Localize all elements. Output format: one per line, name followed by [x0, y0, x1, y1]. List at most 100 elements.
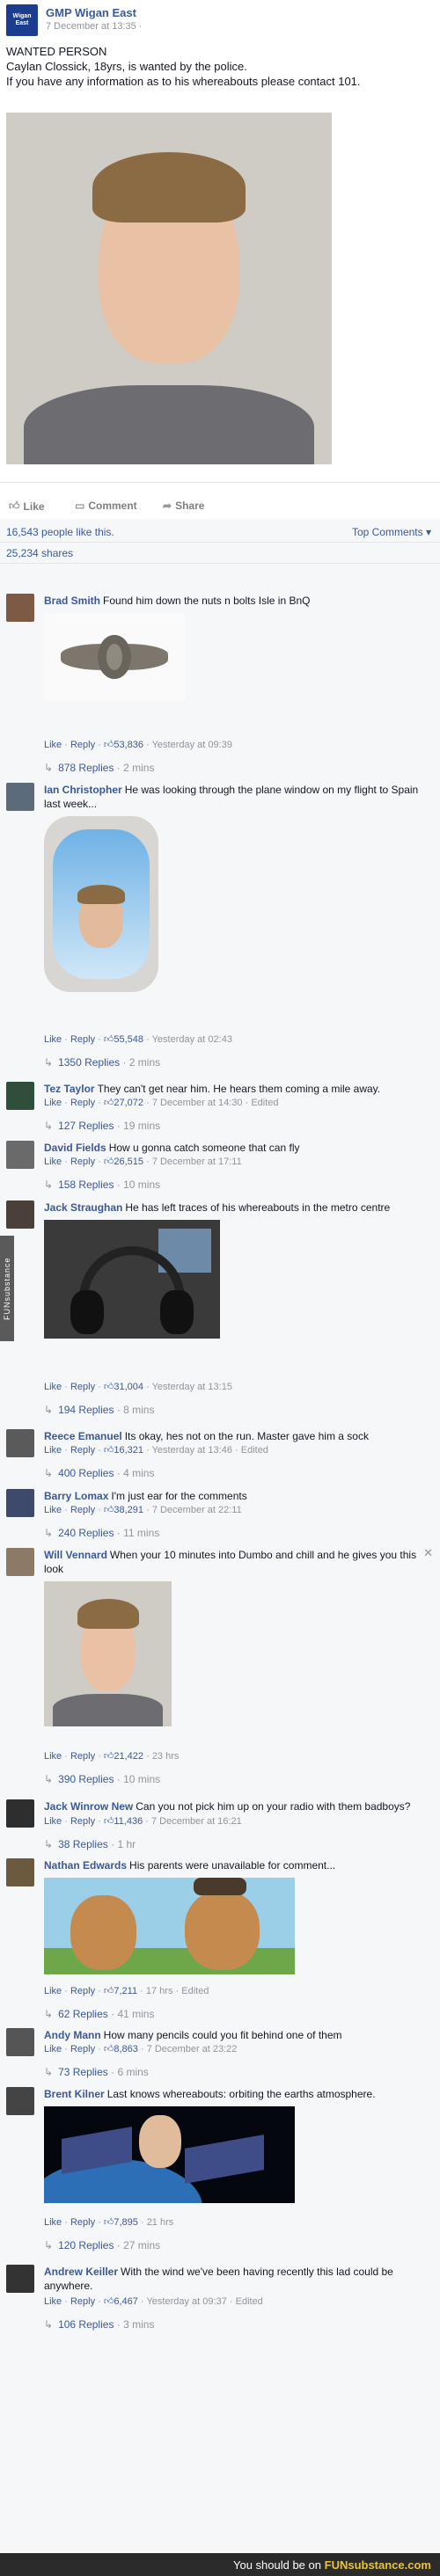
page-avatar[interactable]: Wigan East — [6, 4, 38, 36]
commenter-name[interactable]: Jack Winrow New — [44, 1800, 133, 1813]
post-photo[interactable] — [6, 113, 332, 464]
comment-like-link[interactable]: Like — [44, 1445, 62, 1456]
commenter-avatar[interactable] — [6, 1429, 34, 1457]
replies-link[interactable]: ↳ 240 Replies · 11 mins — [44, 1527, 159, 1539]
comment-like-count[interactable]: 55,548 — [114, 1034, 143, 1045]
comment-reply-link[interactable]: Reply — [70, 1505, 95, 1515]
comment-reply-link[interactable]: Reply — [70, 1445, 95, 1456]
commenter-avatar[interactable] — [6, 1489, 34, 1517]
replies-link[interactable]: ↳ 878 Replies · 2 mins — [44, 762, 154, 774]
comment-like-link[interactable]: Like — [44, 1382, 62, 1392]
replies-link[interactable]: ↳ 1350 Replies · 2 mins — [44, 1056, 160, 1069]
comment-reply-link[interactable]: Reply — [70, 2296, 95, 2307]
comment-time[interactable]: 23 hrs — [152, 1751, 180, 1762]
commenter-avatar[interactable] — [6, 1858, 34, 1886]
comment-image[interactable] — [44, 1878, 295, 1974]
comment-like-link[interactable]: Like — [44, 740, 62, 750]
comment-time[interactable]: Yesterday at 13:46 — [152, 1445, 232, 1456]
comment-time[interactable]: 7 December at 22:11 — [152, 1505, 242, 1515]
replies-link[interactable]: ↳ 38 Replies · 1 hr — [44, 1838, 136, 1850]
commenter-name[interactable]: Andrew Keiller — [44, 2266, 118, 2278]
comment-like-count[interactable]: 21,422 — [114, 1751, 143, 1762]
comment-reply-link[interactable]: Reply — [70, 2217, 95, 2228]
commenter-name[interactable]: David Fields — [44, 1142, 106, 1154]
replies-link[interactable]: ↳ 194 Replies · 8 mins — [44, 1404, 154, 1416]
comment-like-count[interactable]: 38,291 — [114, 1505, 143, 1515]
commenter-avatar[interactable] — [6, 1200, 34, 1229]
comment-like-count[interactable]: 26,515 — [114, 1157, 143, 1167]
post-time[interactable]: 7 December at 13:35 · — [46, 21, 142, 32]
commenter-avatar[interactable] — [6, 1799, 34, 1828]
comment-image[interactable] — [44, 1220, 220, 1339]
replies-link[interactable]: ↳ 390 Replies · 10 mins — [44, 1773, 160, 1785]
comment-like-link[interactable]: Like — [44, 1505, 62, 1515]
commenter-avatar[interactable] — [6, 1141, 34, 1169]
comment-time[interactable]: Yesterday at 09:39 — [152, 740, 232, 750]
commenter-avatar[interactable] — [6, 594, 34, 622]
top-comments-dropdown[interactable]: Top Comments ▾ — [352, 526, 431, 538]
comment-time[interactable]: 7 December at 16:21 — [151, 1816, 242, 1827]
comment-button[interactable]: ▭ Comment — [75, 500, 137, 512]
comment-like-count[interactable]: 7,211 — [114, 1986, 137, 1996]
comment-time[interactable]: Yesterday at 02:43 — [152, 1034, 232, 1045]
comment-like-link[interactable]: Like — [44, 2296, 62, 2307]
comment-time[interactable]: 17 hrs — [146, 1986, 173, 1996]
comment-like-count[interactable]: 27,072 — [114, 1098, 143, 1108]
replies-link[interactable]: ↳ 73 Replies · 6 mins — [44, 2066, 149, 2078]
like-button[interactable]: 👍︎ Like — [9, 500, 45, 513]
comment-like-link[interactable]: Like — [44, 2044, 62, 2054]
comment-like-link[interactable]: Like — [44, 1986, 62, 1996]
comment-time[interactable]: 21 hrs — [147, 2217, 174, 2228]
comment-like-count[interactable]: 53,836 — [114, 740, 143, 750]
commenter-name[interactable]: Jack Straughan — [44, 1201, 122, 1214]
commenter-name[interactable]: Will Vennard — [44, 1549, 107, 1561]
comment-time[interactable]: 7 December at 14:30 — [152, 1098, 243, 1108]
commenter-avatar[interactable] — [6, 2028, 34, 2056]
replies-link[interactable]: ↳ 158 Replies · 10 mins — [44, 1179, 160, 1191]
commenter-avatar[interactable] — [6, 2087, 34, 2115]
comment-reply-link[interactable]: Reply — [70, 1816, 95, 1827]
commenter-name[interactable]: Barry Lomax — [44, 1490, 108, 1502]
comment-like-link[interactable]: Like — [44, 1816, 62, 1827]
comment-like-count[interactable]: 11,436 — [114, 1816, 143, 1827]
comment-reply-link[interactable]: Reply — [70, 1986, 95, 1996]
comment-time[interactable]: Yesterday at 13:15 — [152, 1382, 232, 1392]
commenter-name[interactable]: Nathan Edwards — [44, 1859, 127, 1872]
edited-label[interactable]: Edited — [241, 1445, 268, 1456]
page-name[interactable]: GMP Wigan East — [46, 6, 136, 19]
commenter-avatar[interactable] — [6, 1082, 34, 1110]
comment-reply-link[interactable]: Reply — [70, 1157, 95, 1167]
comment-like-count[interactable]: 6,467 — [114, 2296, 138, 2307]
commenter-avatar[interactable] — [6, 2265, 34, 2293]
comment-reply-link[interactable]: Reply — [70, 1098, 95, 1108]
comment-time[interactable]: 7 December at 17:11 — [152, 1157, 242, 1167]
comment-like-count[interactable]: 7,895 — [114, 2217, 138, 2228]
edited-label[interactable]: Edited — [251, 1098, 278, 1108]
replies-link[interactable]: ↳ 106 Replies · 3 mins — [44, 2318, 154, 2331]
footer-brand[interactable]: FUNsubstance.com — [325, 2558, 431, 2572]
commenter-name[interactable]: Reece Emanuel — [44, 1430, 122, 1442]
edited-label[interactable]: Edited — [236, 2296, 263, 2307]
commenter-name[interactable]: Brad Smith — [44, 595, 100, 607]
shares-count[interactable]: 25,234 shares — [6, 547, 73, 559]
comment-reply-link[interactable]: Reply — [70, 1751, 95, 1762]
comment-time[interactable]: Yesterday at 09:37 — [146, 2296, 226, 2307]
comment-reply-link[interactable]: Reply — [70, 1382, 95, 1392]
close-icon[interactable]: ✕ — [423, 1546, 433, 1560]
comment-image[interactable] — [44, 613, 185, 701]
commenter-name[interactable]: Andy Mann — [44, 2029, 101, 2041]
edited-label[interactable]: Edited — [181, 1986, 209, 1996]
comment-reply-link[interactable]: Reply — [70, 1034, 95, 1045]
comment-like-link[interactable]: Like — [44, 1751, 62, 1762]
commenter-name[interactable]: Brent Kilner — [44, 2088, 105, 2100]
comment-image[interactable] — [44, 816, 158, 992]
comment-like-link[interactable]: Like — [44, 2217, 62, 2228]
likes-summary[interactable]: 16,543 people like this. — [6, 526, 114, 538]
commenter-avatar[interactable] — [6, 1548, 34, 1576]
comment-like-link[interactable]: Like — [44, 1157, 62, 1167]
comment-reply-link[interactable]: Reply — [70, 2044, 95, 2054]
replies-link[interactable]: ↳ 120 Replies · 27 mins — [44, 2239, 160, 2251]
comment-like-count[interactable]: 8,863 — [114, 2044, 138, 2054]
comment-image[interactable] — [44, 1581, 172, 1726]
comment-image[interactable] — [44, 2106, 295, 2203]
